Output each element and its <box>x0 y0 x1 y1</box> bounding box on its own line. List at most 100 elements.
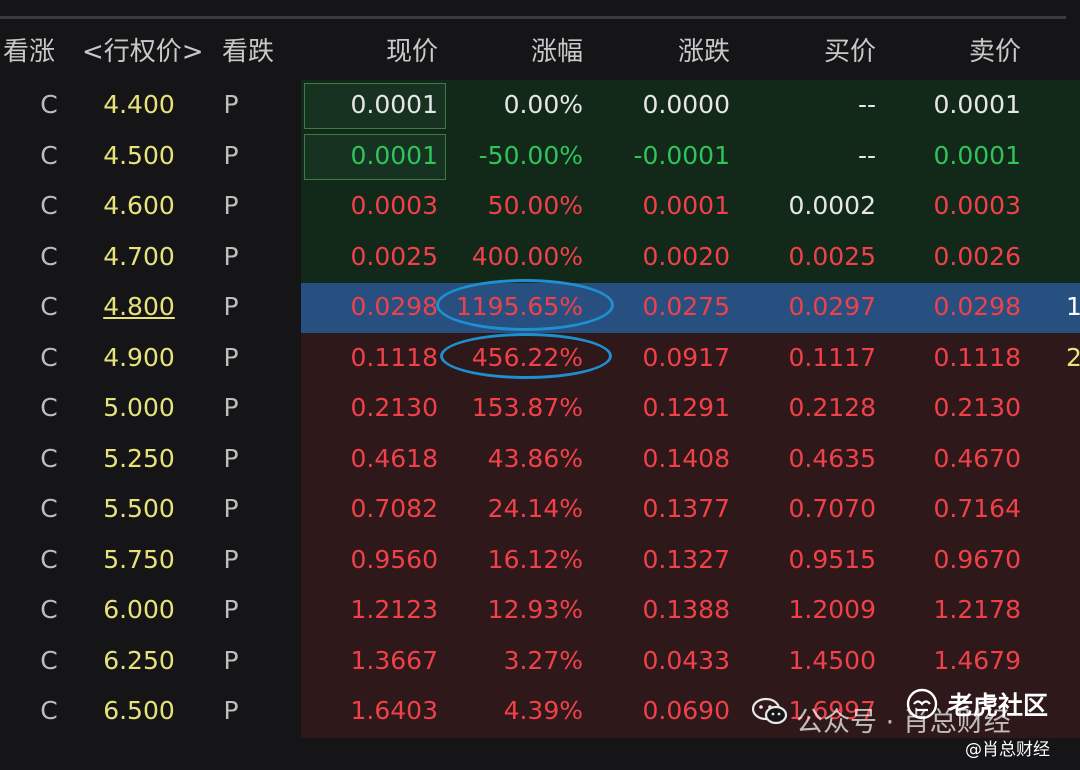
change-value: 0.0433 <box>642 645 730 675</box>
change-percent: 12.93% <box>487 595 583 624</box>
bid-price: 1.4500 <box>788 645 876 675</box>
change-percent: 43.86% <box>487 443 583 473</box>
current-price: 0.0001 <box>350 140 438 170</box>
bid-price: 0.4635 <box>788 443 876 473</box>
bid-price: 0.0002 <box>788 191 876 220</box>
strike-price: 4.900 <box>103 342 175 372</box>
current-price: 1.6403 <box>350 696 438 725</box>
call-label: C <box>40 191 58 220</box>
watermark-handle: @肖总财经 <box>965 740 1050 760</box>
strike-price: 5.250 <box>103 443 175 473</box>
ask-price: 0.0003 <box>933 191 1021 220</box>
table-row[interactable]: C 5.250 P 0.4618 43.86% 0.1408 0.4635 0.4670 <box>0 434 1080 484</box>
change-value: 0.0001 <box>642 191 730 220</box>
change-value: -0.0001 <box>633 140 731 170</box>
current-price: 0.7082 <box>350 494 438 523</box>
put-label: P <box>223 544 239 574</box>
bid-price: 0.0297 <box>788 292 876 321</box>
overflow-value <box>1066 131 1080 181</box>
strike-price: 6.000 <box>103 595 175 624</box>
header-bid[interactable]: 买价 <box>745 27 876 77</box>
current-price: 0.0298 <box>350 292 438 321</box>
change-percent: 24.14% <box>487 494 583 523</box>
header-pct[interactable]: 涨幅 <box>450 27 583 77</box>
put-label: P <box>223 494 239 523</box>
table-row[interactable]: C 4.700 P 0.0025 400.00% 0.0020 0.0025 0.0026 <box>0 232 1080 282</box>
table-row[interactable]: C 5.000 P 0.2130 153.87% 0.1291 0.2128 0.2130 <box>0 383 1080 433</box>
put-label: P <box>223 90 239 119</box>
change-value: 0.0000 <box>642 90 730 119</box>
overflow-value <box>1066 484 1080 534</box>
put-label: P <box>223 140 239 170</box>
call-label: C <box>40 494 58 523</box>
table-row[interactable]: C 5.750 P 0.9560 16.12% 0.1327 0.9515 0.9670 <box>0 535 1080 585</box>
strike-price: 4.400 <box>103 90 175 119</box>
change-value: 0.1327 <box>642 544 730 574</box>
header-change[interactable]: 涨跌 <box>595 27 730 77</box>
overflow-value: 1 <box>1066 292 1080 321</box>
call-label: C <box>40 443 58 473</box>
current-price: 0.0025 <box>350 241 438 271</box>
wechat-icon <box>752 697 788 725</box>
call-label: C <box>40 393 58 422</box>
overflow-value <box>1066 535 1080 585</box>
strike-price: 4.600 <box>103 191 175 220</box>
put-label: P <box>223 696 239 725</box>
table-row[interactable]: C 5.500 P 0.7082 24.14% 0.1377 0.7070 0.7164 <box>0 484 1080 534</box>
table-row[interactable]: C 6.000 P 1.2123 12.93% 0.1388 1.2009 1.2178 <box>0 585 1080 635</box>
table-row[interactable]: C 6.250 P 1.3667 3.27% 0.0433 1.4500 1.4679 <box>0 636 1080 686</box>
overflow-value <box>1066 686 1080 736</box>
strike-price: 5.000 <box>103 393 175 422</box>
call-label: C <box>40 140 58 170</box>
header-ask[interactable]: 卖价 <box>890 27 1021 77</box>
change-percent: 16.12% <box>487 544 583 574</box>
ask-price: 0.9670 <box>933 544 1021 574</box>
table-row[interactable]: C 4.400 P 0.0001 0.00% 0.0000 -- 0.0001 <box>0 80 1080 130</box>
change-percent: 0.00% <box>503 90 583 119</box>
call-label: C <box>40 241 58 271</box>
current-price: 0.2130 <box>350 393 438 422</box>
call-label: C <box>40 645 58 675</box>
strike-price: 6.250 <box>103 645 175 675</box>
change-percent: 50.00% <box>487 191 583 220</box>
header-call: 看涨 <box>3 37 56 67</box>
bid-price: 0.7070 <box>788 494 876 523</box>
header-strike[interactable]: <行权价> <box>82 27 204 77</box>
strike-price: 4.700 <box>103 241 175 271</box>
change-percent: 153.87% <box>471 393 583 422</box>
ask-price: 0.4670 <box>933 443 1021 473</box>
ask-price: 1.4679 <box>933 645 1021 675</box>
current-price: 0.0001 <box>350 90 438 119</box>
current-price: 1.2123 <box>350 595 438 624</box>
put-label: P <box>223 241 239 271</box>
annotation-circle-2 <box>440 333 612 379</box>
overflow-value <box>1066 434 1080 484</box>
put-label: P <box>223 191 239 220</box>
table-row[interactable]: C 4.600 P 0.0003 50.00% 0.0001 0.0002 0.0003 <box>0 181 1080 231</box>
current-price: 0.4618 <box>350 443 438 473</box>
call-label: C <box>40 292 58 321</box>
overflow-value <box>1066 232 1080 282</box>
current-price: 0.1118 <box>350 342 438 372</box>
put-label: P <box>223 645 239 675</box>
ask-price: 0.0298 <box>933 292 1021 321</box>
change-value: 0.0020 <box>642 241 730 271</box>
call-label: C <box>40 90 58 119</box>
current-price: 0.9560 <box>350 544 438 574</box>
ask-price: 0.2130 <box>933 393 1021 422</box>
header-put: 看跌 <box>222 37 275 67</box>
table-header: 看涨 <行权价> 看跌 现价 涨幅 涨跌 买价 卖价 <box>0 27 1080 77</box>
header-price[interactable]: 现价 <box>310 27 438 77</box>
put-label: P <box>223 292 239 321</box>
strike-price: 4.800 <box>103 292 175 321</box>
call-label: C <box>40 342 58 372</box>
overflow-value <box>1066 585 1080 635</box>
ask-price: 0.0026 <box>933 241 1021 271</box>
ask-price: 0.7164 <box>933 494 1021 523</box>
ask-price: 1.2178 <box>933 595 1021 624</box>
table-row[interactable]: C 4.500 P 0.0001 -50.00% -0.0001 -- 0.0001 <box>0 131 1080 181</box>
overflow-value: 2 <box>1066 342 1080 372</box>
current-price: 0.0003 <box>350 191 438 220</box>
top-divider <box>0 16 1066 19</box>
change-value: 0.1408 <box>642 443 730 473</box>
